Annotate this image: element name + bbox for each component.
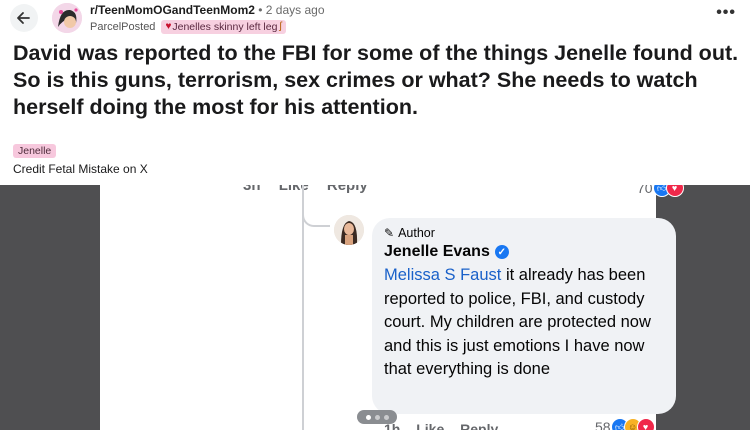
user-flair: ♥ Jenelles skinny left leg ʃ [161, 20, 286, 34]
carousel-dot [374, 414, 380, 420]
comment-reactions: 58 👍︎ ☺ ♥ [595, 418, 655, 430]
post-title: David was reported to the FBI for some o… [13, 41, 739, 119]
image-carousel-indicator[interactable] [357, 410, 397, 424]
carousel-dot [383, 414, 389, 420]
more-options-button[interactable]: ••• [716, 4, 736, 22]
heart-icon: ♥ [165, 21, 172, 32]
more-horizontal-icon: ••• [716, 4, 736, 21]
carousel-dot-active [365, 414, 371, 420]
comment-reaction-count: 58 [595, 419, 611, 430]
facebook-comment-card: 3h Like Reply 70 👍︎ ♥ ✎ Author Jenelle E… [100, 185, 684, 430]
verified-badge-icon: ✓ [494, 245, 509, 259]
back-button[interactable] [10, 4, 38, 32]
user-line: ParcelPosted ♥ Jenelles skinny left leg … [90, 20, 286, 34]
post-header: r/TeenMomOGandTeenMom2 • 2 days ago Parc… [0, 0, 750, 36]
post-time: • 2 days ago [254, 3, 325, 17]
author-tag: ✎ Author [384, 226, 435, 240]
comment-actions: 1h Like Reply [384, 421, 510, 430]
embedded-image[interactable]: 3h Like Reply 70 👍︎ ♥ ✎ Author Jenelle E… [0, 185, 750, 430]
like-link: Like [416, 421, 445, 430]
previous-reactions: 70 👍︎ ♥ [637, 185, 684, 197]
heart-reaction-icon: ♥ [665, 185, 684, 197]
reply-link: Reply [460, 421, 499, 430]
previous-reply-link: Reply [326, 185, 368, 194]
previous-comment-time: 3h [243, 185, 261, 194]
leg-emoji-icon: ʃ [279, 21, 282, 32]
previous-like-link: Like [278, 185, 309, 194]
username[interactable]: ParcelPosted [90, 21, 155, 33]
previous-comment-actions: 3h Like Reply [243, 185, 382, 194]
author-avatar-image [334, 215, 364, 245]
thread-connector [302, 205, 330, 227]
subreddit-line: r/TeenMomOGandTeenMom2 • 2 days ago [90, 3, 325, 17]
author-name: Jenelle Evans [384, 243, 490, 260]
heart-reaction-icon: ♥ [636, 418, 655, 430]
subreddit-avatar[interactable] [52, 3, 82, 33]
post-flair[interactable]: Jenelle [13, 144, 57, 158]
subreddit-name[interactable]: r/TeenMomOGandTeenMom2 [90, 3, 255, 17]
arrow-left-icon [17, 12, 30, 24]
subreddit-avatar-image [52, 3, 82, 33]
author-tag-label: Author [398, 226, 435, 240]
comment-bubble: ✎ Author Jenelle Evans ✓ Melissa S Faust… [372, 218, 676, 414]
mention-link: Melissa S Faust [384, 266, 502, 284]
post-credit: Credit Fetal Mistake on X [13, 162, 148, 176]
comment-author: Jenelle Evans ✓ [384, 243, 509, 261]
user-flair-text: Jenelles skinny left leg [172, 21, 278, 33]
pencil-icon: ✎ [384, 226, 395, 240]
post-page: r/TeenMomOGandTeenMom2 • 2 days ago Parc… [0, 0, 750, 430]
author-avatar [334, 215, 364, 245]
previous-reaction-count: 70 [637, 185, 653, 196]
comment-text: Melissa S Faust it already has been repo… [384, 264, 669, 382]
